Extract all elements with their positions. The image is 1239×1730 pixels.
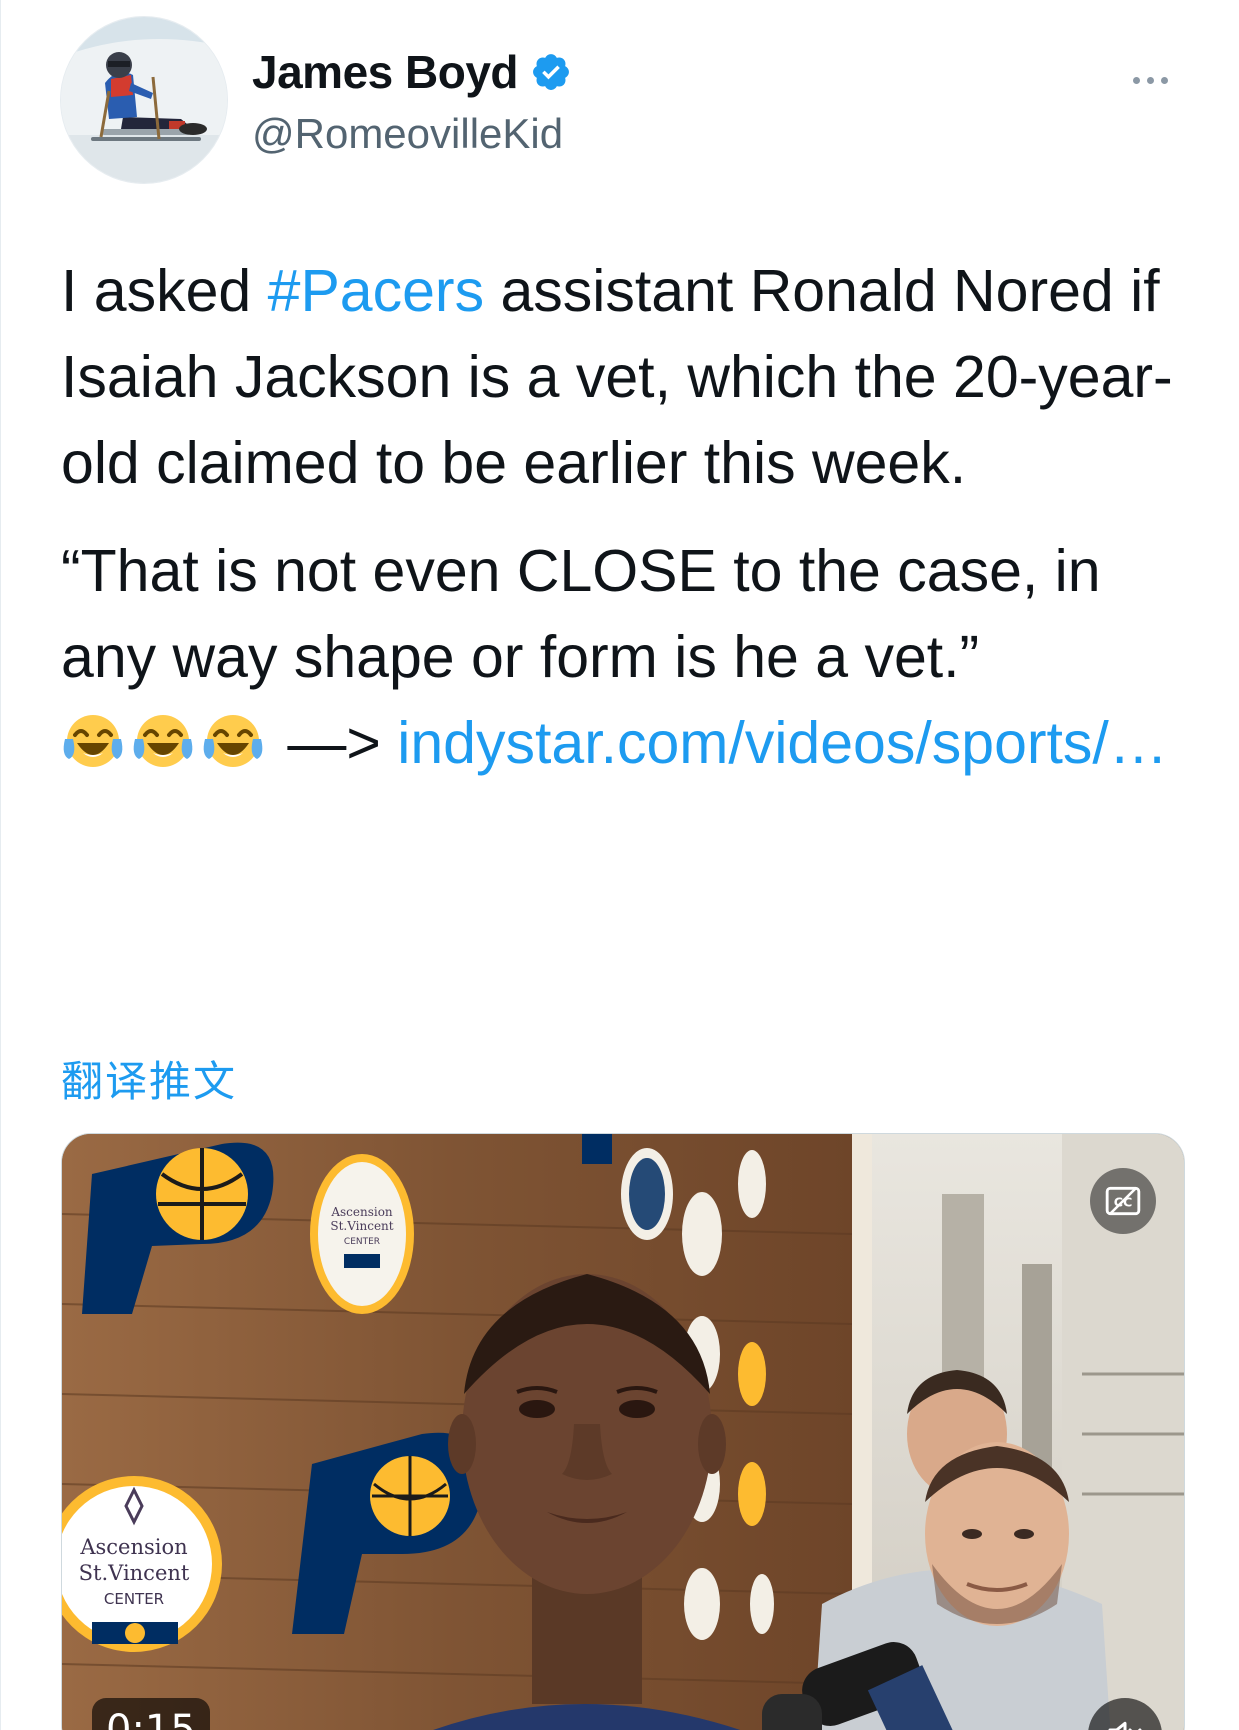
name-row: James Boyd [252, 44, 572, 100]
author-block: James Boyd @RomeovilleKid [252, 44, 572, 158]
tweet-text: I asked #Pacers assistant Ronald Nored i… [61, 248, 1191, 786]
tweet-text-part: I asked [61, 258, 268, 324]
face-with-tears-of-joy-icon [203, 715, 263, 767]
hashtag-link[interactable]: #Pacers [268, 258, 484, 324]
more-dot [1146, 76, 1154, 84]
ascension-sign-top: Ascension St.Vincent CENTER [310, 1154, 414, 1314]
more-dot [1160, 76, 1168, 84]
closed-captions-button[interactable]: CC [1090, 1168, 1156, 1234]
author-avatar[interactable] [60, 16, 228, 184]
verified-badge-icon [533, 54, 569, 90]
tweet-paragraph-1: I asked #Pacers assistant Ronald Nored i… [61, 248, 1191, 506]
svg-text:St.Vincent: St.Vincent [330, 1219, 393, 1233]
tweet-header: James Boyd @RomeovilleKid [60, 16, 1180, 184]
tweet-quote: “That is not even CLOSE to the case, in … [61, 538, 1101, 690]
arrow-text: —> [271, 710, 398, 776]
speaker-muted-icon [1108, 1721, 1142, 1730]
video-player[interactable]: Ascension St.Vincent CENTER Ascension St… [61, 1133, 1185, 1730]
more-dot [1132, 76, 1140, 84]
sign-text-line3: CENTER [104, 1590, 164, 1608]
sign-text-line2: St.Vincent [79, 1561, 190, 1585]
article-link[interactable]: indystar.com/videos/sports/… [397, 710, 1168, 776]
more-options-button[interactable] [1120, 60, 1180, 100]
svg-text:CENTER: CENTER [344, 1237, 380, 1247]
avatar-photo-icon [61, 17, 227, 183]
author-display-name[interactable]: James Boyd [252, 45, 519, 99]
video-duration: 0:15 [92, 1698, 210, 1730]
svg-text:Ascension: Ascension [330, 1205, 393, 1219]
tweet-page: James Boyd @RomeovilleKid I asked #Pacer… [0, 0, 1239, 1730]
video-frame: Ascension St.Vincent CENTER Ascension St… [62, 1134, 1184, 1730]
closed-captions-icon: CC [1105, 1186, 1141, 1216]
face-with-tears-of-joy-icon [133, 715, 193, 767]
translate-tweet-link[interactable]: 翻译推文 [61, 1048, 237, 1109]
face-with-tears-of-joy-icon [63, 715, 123, 767]
tweet-paragraph-2: “That is not even CLOSE to the case, in … [61, 528, 1191, 786]
author-handle[interactable]: @RomeovilleKid [252, 110, 572, 158]
sign-text-line1: Ascension [79, 1535, 187, 1559]
